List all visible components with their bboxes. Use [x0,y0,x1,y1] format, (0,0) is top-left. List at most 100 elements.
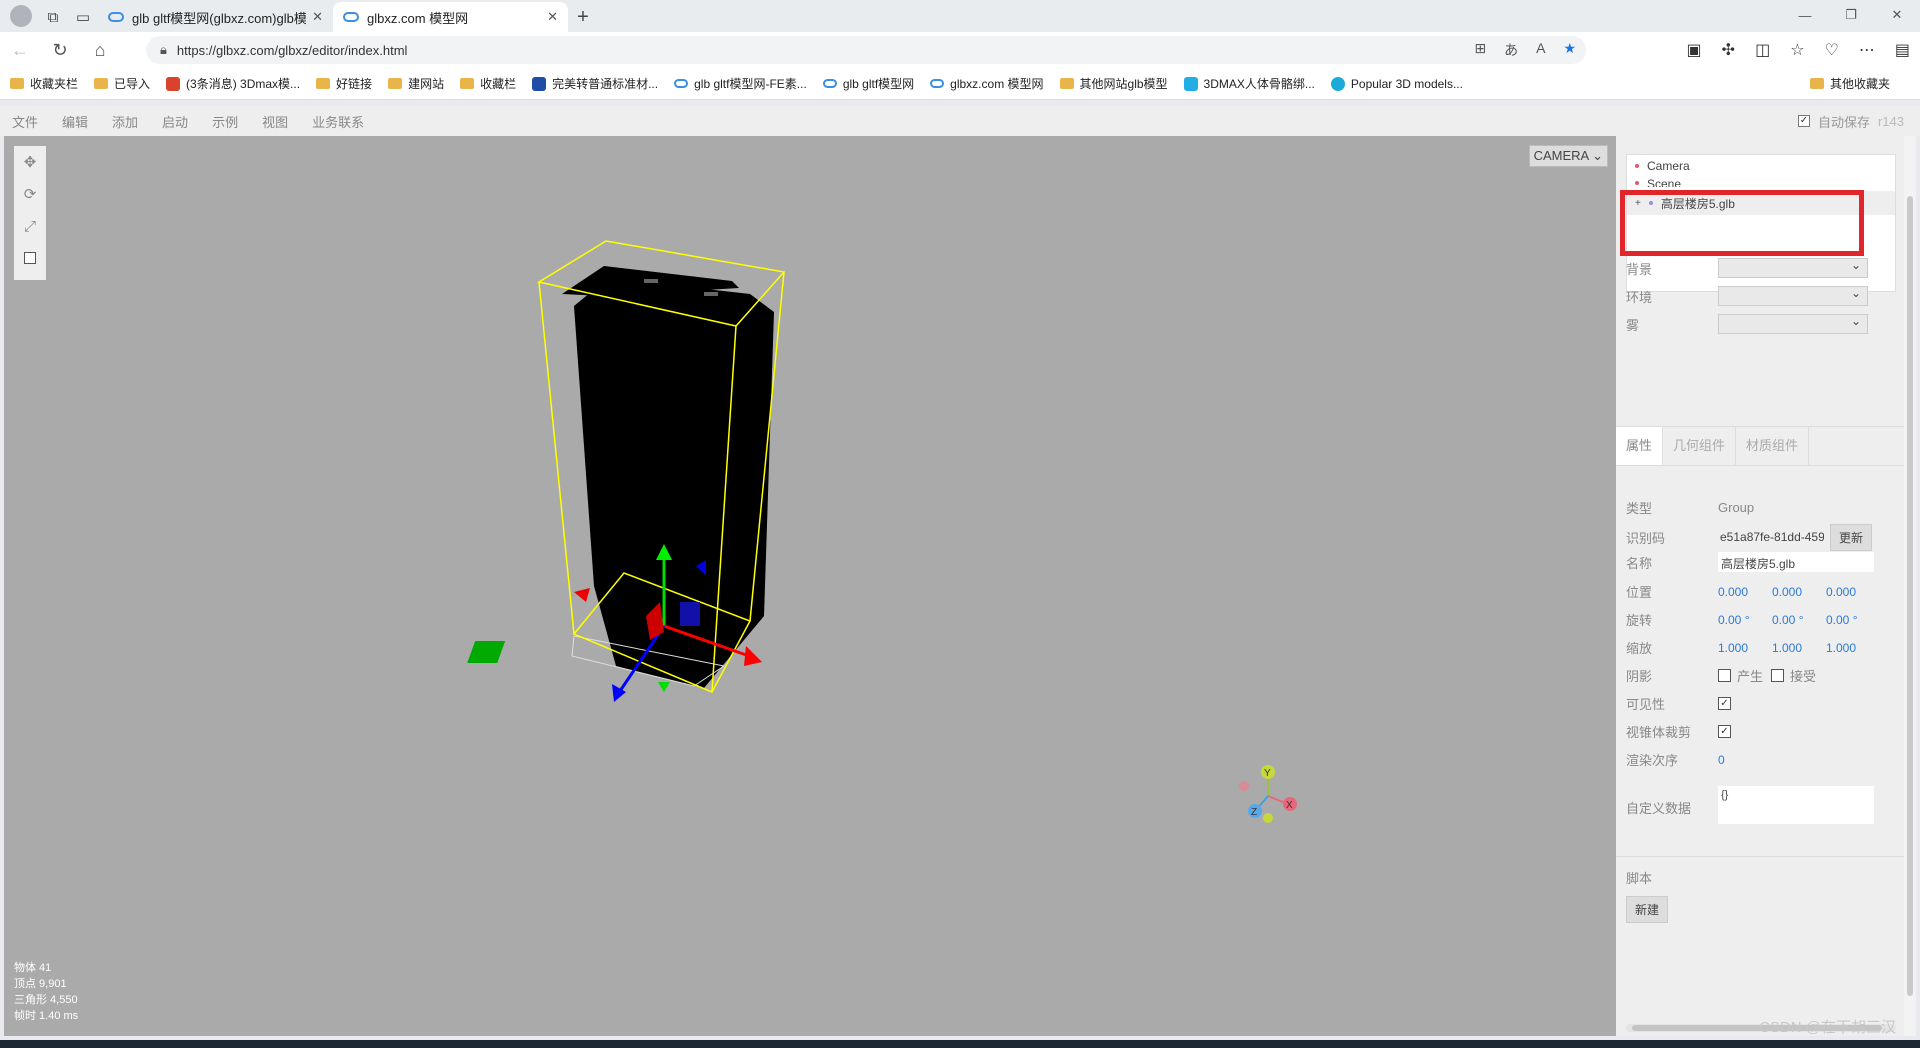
fog-select[interactable] [1718,314,1868,334]
name-field[interactable]: 高层楼房5.glb [1718,552,1874,572]
autosave-checkbox[interactable]: ✓ [1797,115,1810,127]
menu-business[interactable]: 业务联系 [300,112,376,131]
read-aloud-icon[interactable]: A [1536,40,1545,60]
folder-icon [94,78,109,89]
scale-tool-icon[interactable]: ⤢ [14,210,46,242]
outliner-item[interactable]: Camera [1635,159,1690,173]
split-screen-icon[interactable]: ◫ [1755,40,1770,60]
other-bookmarks[interactable]: 其他收藏夹 [1809,75,1890,92]
profile-avatar[interactable] [10,5,32,27]
sketchfab-icon [1330,76,1345,91]
tab-actions-icon[interactable]: ▭ [68,2,98,32]
bookmark-label: glb gltf模型网 [842,77,915,91]
bookmark-item[interactable]: 已导入 [94,75,150,92]
bookmark-item[interactable]: 其他网站glb模型 [1059,75,1168,92]
translate-tool-icon[interactable]: ✥ [14,146,46,178]
bookmark-item[interactable]: 收藏夹栏 [10,75,78,92]
performance-icon[interactable]: ♡ [1825,40,1839,60]
favorite-star-icon[interactable]: ★ [1563,40,1576,60]
favorites-icon[interactable]: ☆ [1790,40,1804,60]
uuid-renew-button[interactable]: 更新 [1830,524,1873,551]
environment-select[interactable] [1718,286,1868,306]
url-field[interactable]: 🔒︎ https://glbxz.com/glbxz/editor/index.… [146,36,1586,64]
scale-x-field[interactable]: 1.000 [1718,641,1772,655]
menu-add[interactable]: 添加 [100,112,150,131]
more-icon[interactable]: ⋯ [1859,40,1875,60]
bookmark-item[interactable]: 收藏栏 [460,75,516,92]
close-window-icon[interactable]: ✕ [1874,0,1920,30]
bookmark-label: 收藏夹栏 [30,77,79,91]
rotation-x-field[interactable]: 0.00 ° [1718,613,1772,627]
browser-tab-2[interactable]: glbxz.com 模型网 ✕ [333,2,568,32]
close-tab-icon[interactable]: ✕ [312,9,323,25]
render-order-field[interactable]: 0 [1718,753,1772,767]
background-select[interactable] [1718,258,1868,278]
checkbox-icon[interactable] [24,252,36,264]
cloud-icon [674,79,689,88]
rotation-y-field[interactable]: 0.00 ° [1772,613,1826,627]
folder-icon [1809,78,1824,89]
userdata-textarea[interactable]: {} [1718,786,1874,824]
rotate-tool-icon[interactable]: ⟳ [14,178,46,210]
render-order-row: 渲染次序 0 [1626,750,1772,769]
puzzle-icon[interactable]: ✣ [1722,40,1735,60]
translate-icon[interactable]: あ [1504,40,1518,60]
local-space-toggle[interactable] [14,242,46,274]
autosave-toggle[interactable]: ✓ 自动保存 r143 [1797,112,1904,131]
cast-shadow-checkbox[interactable] [1718,669,1731,682]
new-tab-button[interactable]: + [568,2,598,32]
bookmark-item[interactable]: 建网站 [388,75,444,92]
axis-view-helper[interactable]: Y X Z [1239,765,1297,823]
bookmark-item[interactable]: 3DMAX人体骨骼绑... [1183,75,1315,92]
bookmark-item[interactable]: 好链接 [316,75,372,92]
position-z-field[interactable]: 0.000 [1826,585,1880,599]
outliner-item[interactable]: Scene [1635,177,1681,187]
bookmark-item[interactable]: glbxz.com 模型网 [930,75,1044,92]
browser-tab-1[interactable]: glb gltf模型网(glbxz.com)glb模型 ✕ [98,2,333,32]
frustum-culled-checkbox[interactable]: ✓ [1718,725,1731,738]
bookmark-item[interactable]: Popular 3D models... [1330,76,1463,91]
scroll-thumb[interactable] [1907,196,1913,996]
extension-icon[interactable]: ▣ [1687,40,1702,60]
menu-view[interactable]: 视图 [250,112,300,131]
name-label: 名称 [1626,555,1653,571]
visible-checkbox[interactable]: ✓ [1718,697,1731,710]
folder-icon [460,78,475,89]
sidebar-toggle-icon[interactable]: ▤ [1895,40,1910,60]
camera-select[interactable]: CAMERA ⌄ [1528,145,1608,167]
new-script-button[interactable]: 新建 [1626,896,1669,923]
restore-icon[interactable]: ❐ [1828,0,1874,30]
receive-shadow-checkbox[interactable] [1771,669,1785,682]
tab-material[interactable]: 材质组件 [1736,427,1810,465]
close-tab-icon[interactable]: ✕ [547,9,558,25]
position-y-field[interactable]: 0.000 [1772,585,1826,599]
tab-geometry[interactable]: 几何组件 [1663,427,1737,465]
minimize-icon[interactable]: — [1782,0,1828,30]
uuid-label: 识别码 [1626,531,1666,546]
uuid-field[interactable]: e51a87fe-81dd-459 [1718,528,1824,548]
home-icon[interactable]: ⌂ [80,40,120,61]
lock-icon[interactable]: 🔒︎ [160,42,167,58]
workspaces-icon[interactable]: ⧉ [38,2,68,32]
bookmark-item[interactable]: glb gltf模型网-FE素... [674,75,807,92]
scale-y-field[interactable]: 1.000 [1772,641,1826,655]
scale-z-field[interactable]: 1.000 [1826,641,1880,655]
bookmark-item[interactable]: 完美转普通标准材... [532,75,658,92]
3d-viewport[interactable]: Y X Z ✥ ⟳ ⤢ CAMERA ⌄ 物体 41 顶点 9,901 三角形 … [4,136,1616,1036]
folder-icon [388,78,403,89]
app-available-icon[interactable]: ⊞ [1474,40,1486,60]
position-x-field[interactable]: 0.000 [1718,585,1772,599]
rotation-z-field[interactable]: 0.00 ° [1826,613,1880,627]
back-icon[interactable]: ← [0,40,40,61]
menu-file[interactable]: 文件 [0,112,50,131]
window-controls: — ❐ ✕ [1782,0,1920,30]
bookmark-item[interactable]: glb gltf模型网 [822,75,915,92]
menu-play[interactable]: 启动 [150,112,200,131]
bookmark-label: Popular 3D models... [1350,76,1463,91]
reload-icon[interactable]: ↻ [40,40,80,61]
menu-examples[interactable]: 示例 [200,112,250,131]
menu-edit[interactable]: 编辑 [50,112,100,131]
bookmark-item[interactable]: (3条消息) 3Dmax模... [166,75,300,92]
tab-object[interactable]: 属性 [1616,427,1664,465]
sidebar-scrollbar[interactable] [1904,136,1916,1036]
